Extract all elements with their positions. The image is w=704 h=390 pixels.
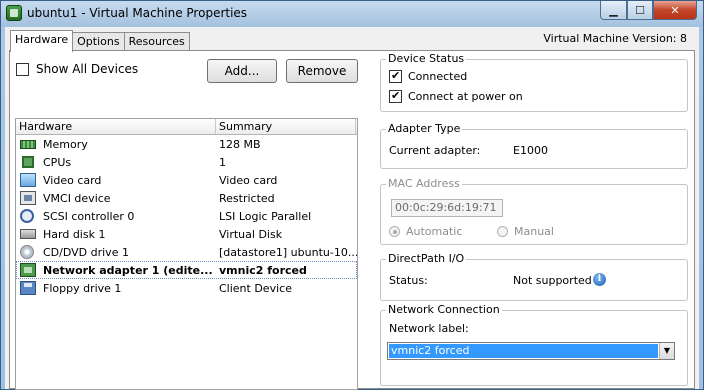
- close-button[interactable]: ✕: [653, 1, 697, 20]
- tab-strip: Hardware Options Resources: [10, 30, 190, 52]
- table-row[interactable]: Memory 128 MB: [16, 135, 357, 153]
- table-header: Hardware Summary: [16, 119, 357, 135]
- hardware-name: Floppy drive 1: [43, 281, 122, 295]
- hardware-table: Hardware Summary Memory 128 MB CPUs 1 Vi…: [15, 118, 358, 390]
- checkbox-box[interactable]: [16, 62, 29, 76]
- device-status-legend: Device Status: [386, 52, 467, 65]
- manual-radio[interactable]: Manual: [497, 225, 554, 238]
- tab-resources[interactable]: Resources: [123, 32, 190, 52]
- hardware-summary: LSI Logic Parallel: [219, 209, 312, 223]
- mac-address-legend: MAC Address: [386, 177, 462, 190]
- hardware-summary: 1: [219, 155, 226, 169]
- hardware-summary: [datastore1] ubuntu-10...: [219, 245, 357, 259]
- mac-address-group: MAC Address 00:0c:29:6d:19:71 Automatic …: [380, 177, 688, 245]
- scsi-icon: [20, 209, 34, 223]
- table-row[interactable]: VMCI device Restricted: [16, 189, 357, 207]
- hardware-pane: Show All Devices Add... Remove Hardware …: [9, 50, 695, 390]
- chevron-down-icon[interactable]: ▼: [659, 343, 674, 359]
- hardware-name: Hard disk 1: [43, 227, 106, 241]
- network-connection-legend: Network Connection: [386, 303, 502, 316]
- connected-label: Connected: [408, 70, 468, 83]
- directpath-group: DirectPath I/O Status: Not supported i: [380, 252, 688, 301]
- connected-checkbox[interactable]: Connected: [389, 69, 468, 83]
- table-row[interactable]: CD/DVD drive 1 [datastore1] ubuntu-10...: [16, 243, 357, 261]
- directpath-legend: DirectPath I/O: [386, 252, 467, 265]
- table-row[interactable]: Floppy drive 1 Client Device: [16, 279, 357, 297]
- memory-icon: [20, 139, 36, 149]
- checkbox-box[interactable]: [389, 69, 402, 83]
- tab-hardware[interactable]: Hardware: [10, 30, 74, 52]
- table-row[interactable]: CPUs 1: [16, 153, 357, 171]
- mac-address-field[interactable]: 00:0c:29:6d:19:71: [391, 199, 503, 217]
- hardware-summary: Client Device: [219, 281, 292, 295]
- hardware-summary: Video card: [219, 173, 278, 187]
- network-label-selected-value: vmnic2 forced: [389, 344, 658, 358]
- window-controls: ▁ ☐ ✕: [600, 1, 697, 20]
- tab-options[interactable]: Options: [72, 32, 125, 52]
- vm-version-label: Virtual Machine Version: 8: [543, 32, 687, 45]
- hardware-name: CD/DVD drive 1: [43, 245, 129, 259]
- table-row[interactable]: SCSI controller 0 LSI Logic Parallel: [16, 207, 357, 225]
- show-all-devices-checkbox[interactable]: Show All Devices: [16, 62, 138, 76]
- vm-icon: [6, 5, 22, 21]
- video-card-icon: [20, 173, 36, 187]
- hardware-name: CPUs: [43, 155, 72, 169]
- hardware-name: Network adapter 1 (edite...: [43, 263, 213, 277]
- connect-at-power-on-label: Connect at power on: [408, 90, 523, 103]
- minimize-button[interactable]: ▁: [600, 1, 627, 20]
- floppy-icon: [20, 281, 36, 295]
- dialog-client: Hardware Options Resources Virtual Machi…: [5, 27, 699, 390]
- window-title: ubuntu1 - Virtual Machine Properties: [27, 6, 248, 20]
- info-icon[interactable]: i: [593, 273, 606, 286]
- title-bar[interactable]: ubuntu1 - Virtual Machine Properties ▁ ☐…: [1, 1, 703, 27]
- network-label-select[interactable]: vmnic2 forced ▼: [387, 342, 675, 360]
- table-row[interactable]: Hard disk 1 Virtual Disk: [16, 225, 357, 243]
- directpath-status-value: Not supported: [513, 274, 592, 287]
- network-adapter-icon: [20, 263, 36, 277]
- radio-circle[interactable]: [389, 226, 400, 237]
- directpath-status-label: Status:: [389, 274, 428, 287]
- current-adapter-label: Current adapter:: [389, 144, 481, 157]
- adapter-type-legend: Adapter Type: [386, 122, 463, 135]
- radio-circle[interactable]: [497, 226, 508, 237]
- network-connection-group: Network Connection Network label: vmnic2…: [380, 303, 688, 386]
- checkbox-box[interactable]: [389, 89, 402, 103]
- hardware-summary: Virtual Disk: [219, 227, 283, 241]
- column-header-summary[interactable]: Summary: [216, 119, 356, 134]
- device-status-group: Device Status Connected Connect at power…: [380, 52, 688, 112]
- manual-label: Manual: [514, 225, 554, 238]
- hardware-name: Memory: [43, 137, 88, 151]
- vm-properties-window: ubuntu1 - Virtual Machine Properties ▁ ☐…: [0, 0, 704, 390]
- adapter-type-group: Adapter Type Current adapter: E1000: [380, 122, 688, 169]
- current-adapter-value: E1000: [513, 144, 548, 157]
- table-row[interactable]: Video card Video card: [16, 171, 357, 189]
- connect-at-power-on-checkbox[interactable]: Connect at power on: [389, 89, 523, 103]
- hard-disk-icon: [20, 229, 36, 239]
- cpu-icon: [22, 156, 34, 168]
- show-all-devices-label: Show All Devices: [36, 62, 139, 76]
- vmci-icon: [20, 191, 36, 205]
- add-button[interactable]: Add...: [207, 59, 277, 83]
- automatic-label: Automatic: [406, 225, 463, 238]
- hardware-summary: vmnic2 forced: [219, 263, 307, 277]
- remove-button[interactable]: Remove: [286, 59, 358, 83]
- table-row-selected[interactable]: Network adapter 1 (edite... vmnic2 force…: [16, 261, 357, 279]
- hardware-summary: Restricted: [219, 191, 275, 205]
- network-label-caption: Network label:: [389, 322, 469, 335]
- maximize-button[interactable]: ☐: [627, 1, 653, 20]
- automatic-radio[interactable]: Automatic: [389, 225, 462, 238]
- hardware-name: VMCI device: [43, 191, 111, 205]
- hardware-name: SCSI controller 0: [43, 209, 135, 223]
- hardware-name: Video card: [43, 173, 102, 187]
- hardware-summary: 128 MB: [219, 137, 261, 151]
- cd-dvd-icon: [20, 245, 34, 259]
- column-header-hardware[interactable]: Hardware: [16, 119, 216, 134]
